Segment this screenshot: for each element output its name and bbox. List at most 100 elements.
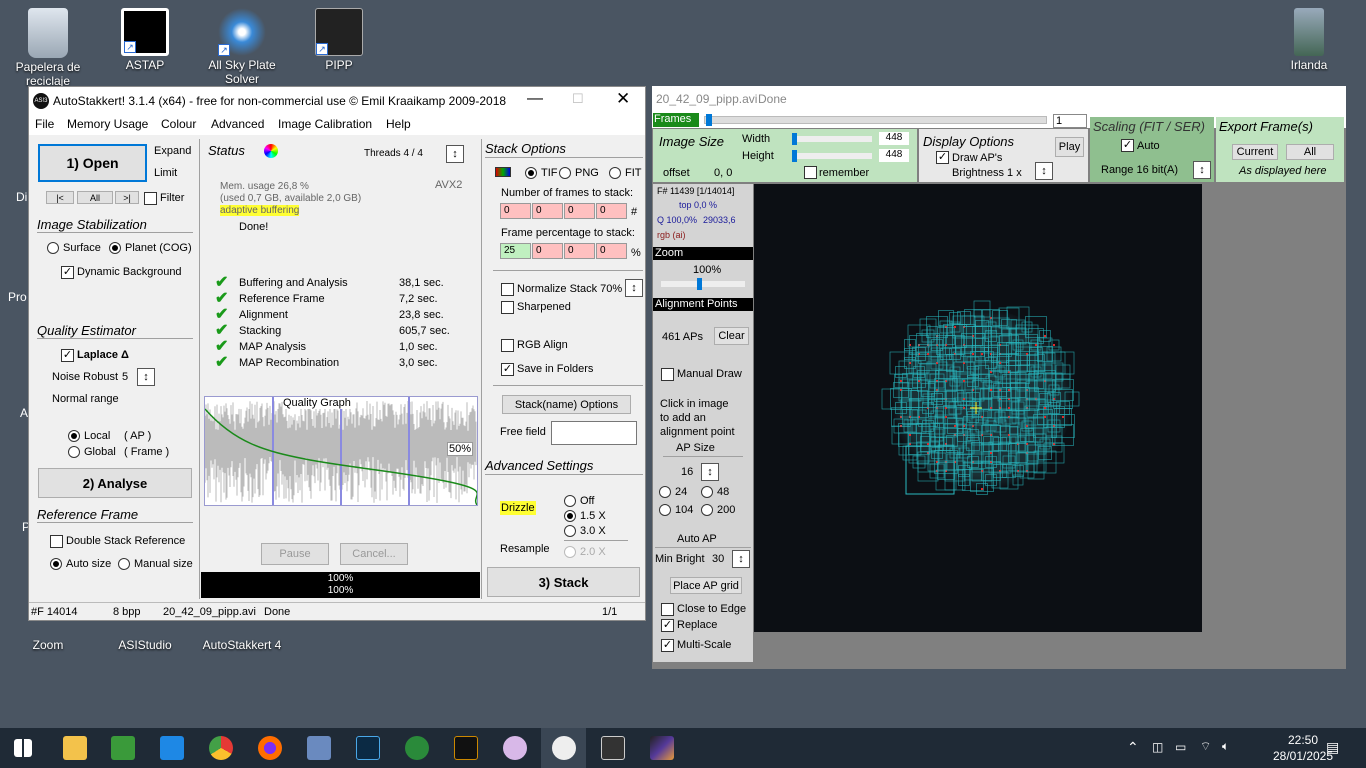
drizzle-off-radio[interactable] [564, 495, 576, 507]
desktop-icon-recycle-bin[interactable]: Papelera de reciclaje [10, 8, 86, 88]
sky-app-icon[interactable] [650, 736, 674, 760]
frames-value-input[interactable]: 1 [1053, 114, 1087, 128]
pause-button[interactable]: Pause [261, 543, 329, 565]
height-value[interactable]: 448 [879, 149, 909, 162]
filter-checkbox[interactable] [144, 192, 157, 205]
threads-spinner[interactable]: ↕ [446, 145, 464, 163]
drizzle-3-0-radio[interactable] [564, 525, 576, 537]
manual-draw-checkbox[interactable] [661, 368, 674, 381]
desktop-icon-zoom[interactable]: Zoom [10, 622, 86, 652]
play-button[interactable]: Play [1055, 137, 1084, 157]
all-frames-button[interactable]: All [77, 191, 113, 204]
brightness-spinner[interactable]: ↕ [1035, 162, 1053, 180]
astro-app-icon[interactable] [454, 736, 478, 760]
autostakkert-taskbar-icon[interactable] [552, 736, 576, 760]
menu-file[interactable]: File [35, 117, 54, 131]
height-slider[interactable] [792, 150, 872, 162]
desktop-icon-autostakkert-4[interactable]: AutoStakkert 4 [196, 622, 288, 652]
save-folders-checkbox[interactable]: ✓ [501, 363, 514, 376]
menu-help[interactable]: Help [386, 117, 411, 131]
firefox-icon[interactable] [258, 736, 282, 760]
first-frame-button[interactable]: |< [46, 191, 74, 204]
dynamic-background-checkbox[interactable]: ✓ [61, 266, 74, 279]
minimize-icon[interactable]: — [527, 90, 543, 108]
stack-button[interactable]: 3) Stack [487, 567, 640, 597]
notifications-icon[interactable]: ▤ [1326, 739, 1339, 768]
ap-size-104-radio[interactable] [659, 504, 671, 516]
planet-image-canvas[interactable] [754, 184, 1202, 632]
percent-input-1[interactable]: 25 [500, 243, 531, 259]
ap-size-spinner[interactable]: ↕ [701, 463, 719, 481]
export-current-button[interactable]: Current [1232, 144, 1278, 160]
global-radio[interactable] [68, 446, 80, 458]
desktop-icon-irlanda[interactable]: Irlanda [1271, 8, 1347, 72]
battery-icon[interactable]: ▭ [1175, 740, 1186, 768]
frames-slider-thumb[interactable] [706, 114, 712, 126]
width-value[interactable]: 448 [879, 132, 909, 145]
vscode-icon[interactable] [160, 736, 184, 760]
scaling-range-spinner[interactable]: ↕ [1193, 161, 1211, 179]
zoom-slider-thumb[interactable] [697, 278, 702, 290]
replace-checkbox[interactable]: ✓ [661, 619, 674, 632]
export-all-button[interactable]: All [1286, 144, 1334, 160]
fit-radio[interactable] [609, 167, 621, 179]
ap-size-200-radio[interactable] [701, 504, 713, 516]
free-field-input[interactable] [551, 421, 637, 445]
normalize-spinner[interactable]: ↕ [625, 279, 643, 297]
paint-icon[interactable] [503, 736, 527, 760]
ap-size-24-radio[interactable] [659, 486, 671, 498]
open-button[interactable]: 1) Open [38, 144, 147, 182]
chevron-up-icon[interactable]: ⌃ [1127, 739, 1139, 768]
local-radio[interactable] [68, 430, 80, 442]
menu-advanced[interactable]: Advanced [211, 117, 264, 131]
wifi-icon[interactable]: ⌔ [1200, 739, 1211, 768]
chrome-icon[interactable] [209, 736, 233, 760]
laplace-checkbox[interactable]: ✓ [61, 349, 74, 362]
frames-input-4[interactable]: 0 [596, 203, 627, 219]
desktop-icon-pipp[interactable]: ↗ PIPP [301, 8, 377, 72]
surface-radio[interactable] [47, 242, 59, 254]
media-app-icon[interactable] [405, 736, 429, 760]
frames-input-2[interactable]: 0 [532, 203, 563, 219]
analyse-button[interactable]: 2) Analyse [38, 468, 192, 498]
noise-robust-spinner[interactable]: ↕ [137, 368, 155, 386]
draw-aps-checkbox[interactable]: ✓ [936, 151, 949, 164]
scaling-auto-checkbox[interactable]: ✓ [1121, 139, 1134, 152]
percent-input-2[interactable]: 0 [532, 243, 563, 259]
height-slider-thumb[interactable] [792, 150, 797, 162]
percent-input-4[interactable]: 0 [596, 243, 627, 259]
desktop-icon-astap[interactable]: ↗ ASTAP [107, 8, 183, 72]
menu-colour[interactable]: Colour [161, 117, 196, 131]
frames-slider[interactable] [704, 114, 1047, 126]
stack-name-options-button[interactable]: Stack(name) Options [502, 395, 631, 414]
width-slider[interactable] [792, 133, 872, 145]
volume-icon[interactable]: 🔈︎ [1222, 739, 1229, 768]
frames-input-1[interactable]: 0 [500, 203, 531, 219]
lightroom-icon[interactable] [356, 736, 380, 760]
remember-checkbox[interactable] [804, 166, 817, 179]
manual-size-radio[interactable] [118, 558, 130, 570]
double-stack-checkbox[interactable] [50, 535, 63, 548]
sharpened-checkbox[interactable] [501, 301, 514, 314]
pipp-taskbar-icon[interactable] [601, 736, 625, 760]
maximize-icon[interactable]: ☐ [572, 91, 584, 107]
ap-size-48-radio[interactable] [701, 486, 713, 498]
auto-size-radio[interactable] [50, 558, 62, 570]
taskbar-app-icon[interactable] [111, 736, 135, 760]
normalize-checkbox[interactable] [501, 283, 514, 296]
planet-radio[interactable] [109, 242, 121, 254]
menu-memory-usage[interactable]: Memory Usage [67, 117, 148, 131]
tray-icon[interactable]: ◫ [1152, 740, 1163, 768]
resample-2-0-radio[interactable] [564, 546, 576, 558]
last-frame-button[interactable]: >| [115, 191, 139, 204]
min-bright-spinner[interactable]: ↕ [732, 550, 750, 568]
place-ap-grid-button[interactable]: Place AP grid [670, 577, 742, 594]
multi-scale-checkbox[interactable]: ✓ [661, 639, 674, 652]
tif-radio[interactable] [525, 167, 537, 179]
desktop-icon-all-sky-plate-solver[interactable]: ↗ All Sky Plate Solver [204, 8, 280, 86]
clear-aps-button[interactable]: Clear [714, 327, 749, 345]
drizzle-1-5-radio[interactable] [564, 510, 576, 522]
zoom-slider[interactable] [661, 278, 745, 290]
percent-input-3[interactable]: 0 [564, 243, 595, 259]
cancel-button[interactable]: Cancel... [340, 543, 408, 565]
